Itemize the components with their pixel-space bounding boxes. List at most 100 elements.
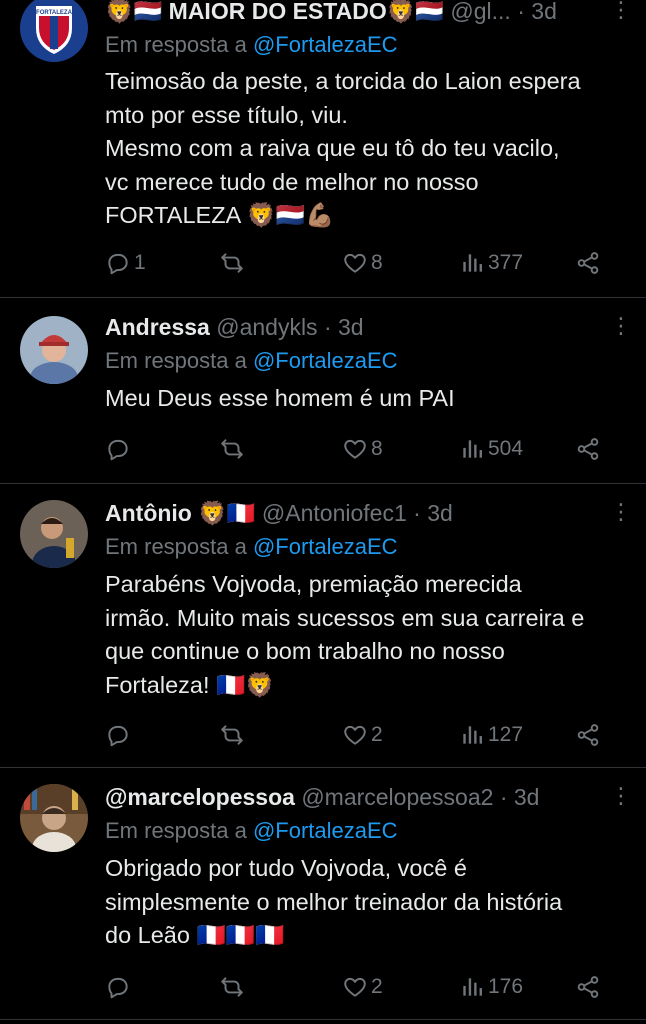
likes-count: 8: [371, 251, 383, 274]
user-handle[interactable]: @andykls: [216, 314, 317, 340]
more-options-icon[interactable]: ⋮: [610, 500, 632, 526]
views-button[interactable]: 127: [459, 720, 523, 750]
tweet[interactable]: FORTALEZA 🦁🇳🇱 MAIOR DO ESTADO🦁🇳🇱 @gl... …: [0, 0, 646, 298]
retweet-button[interactable]: [219, 720, 248, 750]
tweet[interactable]: Andressa @andykls · 3d ⋮ Em resposta a @…: [0, 298, 646, 484]
user-photo-icon: [20, 316, 88, 384]
reply-label: Em resposta a: [105, 818, 247, 843]
tweet-text-line: irmão. Muito mais sucessos em sua carrei…: [105, 604, 585, 631]
action-bar: 2 176: [105, 972, 605, 1002]
share-icon: [575, 436, 601, 462]
tweet-text-line: FORTALEZA 🦁🇳🇱💪🏽: [105, 202, 335, 228]
retweet-button[interactable]: [219, 972, 248, 1002]
reply-context: Em resposta a @FortalezaEC: [105, 816, 398, 846]
heart-icon: [342, 436, 368, 462]
reply-button[interactable]: [105, 434, 134, 464]
tweet-text: Meu Deus esse homem é um PAI: [105, 382, 626, 416]
share-button[interactable]: [575, 972, 601, 1002]
share-icon: [575, 250, 601, 276]
action-bar: 1 8 377: [105, 248, 605, 278]
reply-icon: [105, 974, 131, 1000]
more-options-icon[interactable]: ⋮: [610, 0, 632, 24]
reply-button[interactable]: [105, 972, 134, 1002]
retweet-icon: [219, 974, 245, 1000]
views-count: 127: [488, 723, 524, 746]
display-name[interactable]: Antônio 🦁🇫🇷: [105, 500, 256, 526]
fortaleza-crest-icon: FORTALEZA: [20, 0, 88, 62]
tweet-text-line: que continue o bom trabalho no nosso: [105, 638, 505, 664]
like-button[interactable]: 8: [342, 248, 383, 278]
action-bar: 8 504: [105, 434, 605, 464]
action-bar: 2 127: [105, 720, 605, 750]
more-options-icon[interactable]: ⋮: [610, 314, 632, 340]
timestamp[interactable]: 3d: [514, 784, 540, 810]
reply-to-mention[interactable]: @FortalezaEC: [253, 818, 398, 843]
views-button[interactable]: 504: [459, 434, 523, 464]
tweet-text-line: Parabéns Vojvoda, premiação merecida: [105, 571, 522, 597]
timestamp[interactable]: 3d: [338, 314, 364, 340]
likes-count: 2: [371, 975, 383, 998]
retweet-button[interactable]: [219, 434, 248, 464]
reply-label: Em resposta a: [105, 32, 247, 57]
share-button[interactable]: [575, 720, 601, 750]
timestamp[interactable]: 3d: [531, 0, 557, 24]
display-name[interactable]: 🦁🇳🇱 MAIOR DO ESTADO🦁🇳🇱: [105, 0, 444, 24]
user-photo-icon: [20, 784, 88, 852]
timestamp[interactable]: 3d: [427, 500, 453, 526]
reply-label: Em resposta a: [105, 348, 247, 373]
share-icon: [575, 722, 601, 748]
reply-icon: [105, 722, 131, 748]
tweet[interactable]: @marcelopessoa @marcelopessoa2 · 3d ⋮ Em…: [0, 768, 646, 1020]
separator-dot: ·: [517, 0, 525, 24]
reply-context: Em resposta a @FortalezaEC: [105, 532, 398, 562]
tweet-text-line: vc merece tudo de melhor no nosso: [105, 168, 479, 195]
user-handle[interactable]: @Antoniofec1: [262, 500, 407, 526]
reply-to-mention[interactable]: @FortalezaEC: [253, 348, 398, 373]
replies-count: 1: [134, 251, 146, 274]
separator-dot: ·: [499, 784, 508, 810]
likes-count: 2: [371, 723, 383, 746]
display-name[interactable]: @marcelopessoa: [105, 784, 295, 810]
separator-dot: ·: [413, 500, 421, 526]
user-handle[interactable]: @gl...: [450, 0, 510, 24]
reply-to-mention[interactable]: @FortalezaEC: [253, 534, 398, 559]
like-button[interactable]: 8: [342, 434, 383, 464]
share-button[interactable]: [575, 248, 601, 278]
views-chart-icon: [459, 974, 485, 1000]
tweet-header: Antônio 🦁🇫🇷 @Antoniofec1 · 3d: [105, 498, 596, 528]
views-button[interactable]: 176: [459, 972, 523, 1002]
reply-to-mention[interactable]: @FortalezaEC: [253, 32, 398, 57]
like-button[interactable]: 2: [342, 972, 383, 1002]
views-button[interactable]: 377: [459, 248, 523, 278]
like-button[interactable]: 2: [342, 720, 383, 750]
avatar[interactable]: FORTALEZA: [20, 0, 88, 62]
tweet-header: 🦁🇳🇱 MAIOR DO ESTADO🦁🇳🇱 @gl... · 3d: [105, 0, 596, 26]
reply-context: Em resposta a @FortalezaEC: [105, 30, 398, 60]
views-count: 377: [488, 251, 524, 274]
tweet[interactable]: Antônio 🦁🇫🇷 @Antoniofec1 · 3d ⋮ Em respo…: [0, 484, 646, 768]
views-chart-icon: [459, 436, 485, 462]
views-chart-icon: [459, 722, 485, 748]
views-count: 504: [488, 437, 524, 460]
more-options-icon[interactable]: ⋮: [610, 784, 632, 810]
tweet-text-line: mto por esse título, viu.: [105, 101, 348, 128]
user-handle[interactable]: @marcelopessoa2: [301, 784, 493, 810]
separator-dot: ·: [323, 314, 332, 340]
retweet-icon: [219, 250, 245, 276]
retweet-button[interactable]: [219, 248, 248, 278]
reply-icon: [105, 250, 131, 276]
tweet-header: Andressa @andykls · 3d: [105, 312, 596, 342]
tweet-text: Teimosão da peste, a torcida do Laion es…: [105, 65, 626, 233]
svg-text:FORTALEZA: FORTALEZA: [36, 10, 73, 16]
reply-label: Em resposta a: [105, 534, 247, 559]
avatar[interactable]: [20, 784, 88, 852]
avatar[interactable]: [20, 316, 88, 384]
avatar[interactable]: [20, 500, 88, 568]
display-name[interactable]: Andressa: [105, 314, 210, 340]
reply-button[interactable]: [105, 720, 134, 750]
share-button[interactable]: [575, 434, 601, 464]
tweet-text-line: Obrigado por tudo Vojvoda, você é: [105, 855, 467, 881]
reply-button[interactable]: 1: [105, 248, 146, 278]
retweet-icon: [219, 436, 245, 462]
heart-icon: [342, 974, 368, 1000]
